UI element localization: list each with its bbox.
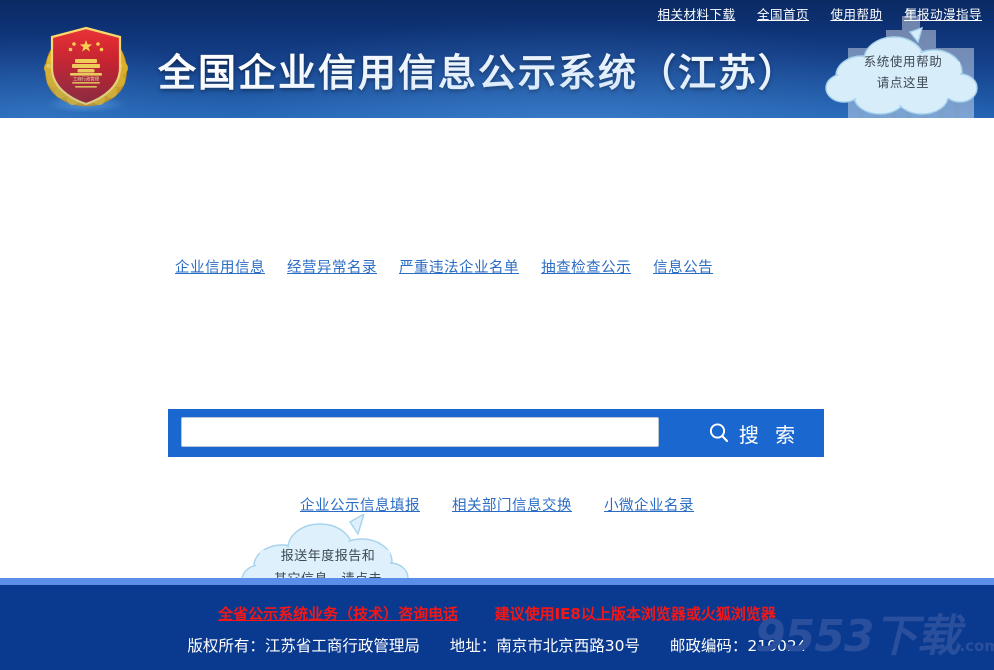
search-button[interactable]: 搜 索	[683, 409, 824, 457]
search-icon	[709, 423, 728, 443]
page-title: 全国企业信用信息公示系统（江苏）	[158, 51, 799, 95]
link-department-info-exchange[interactable]: 相关部门信息交换	[452, 498, 572, 514]
search-button-label: 搜 索	[738, 422, 801, 447]
footer-notice-row: 全省公示系统业务（技术）咨询电话 建议使用IE8以上版本浏览器或火狐浏览器	[0, 603, 994, 624]
site-header: 相关材料下载 全国首页 使用帮助 年报动漫指导 工商行政管理 全国企业信用信息公…	[0, 0, 994, 118]
footer-info-row: 版权所有：江苏省工商行政管理局 地址：南京市北京西路30号 邮政编码：21002…	[0, 634, 994, 656]
main-content: 企业信用信息 经营异常名录 严重违法企业名单 抽查检查公示 信息公告 搜 索 企…	[0, 118, 994, 608]
tab-enterprise-credit-info[interactable]: 企业信用信息	[175, 260, 265, 276]
tab-abnormal-operation-list[interactable]: 经营异常名录	[287, 260, 377, 276]
footer-hotline-link[interactable]: 全省公示系统业务（技术）咨询电话	[218, 605, 458, 623]
help-cloud-callout[interactable]: 系统使用帮助 请点这里	[818, 26, 988, 118]
site-footer: 全省公示系统业务（技术）咨询电话 建议使用IE8以上版本浏览器或火狐浏览器 版权…	[0, 578, 994, 670]
national-emblem-icon: 工商行政管理	[44, 26, 128, 112]
report-cloud-line1: 报送年度报告和	[280, 548, 376, 563]
help-cloud-text: 系统使用帮助 请点这里	[818, 52, 988, 94]
header-top-nav: 相关材料下载 全国首页 使用帮助 年报动漫指导	[657, 8, 982, 22]
tab-serious-violation-list[interactable]: 严重违法企业名单	[399, 260, 519, 276]
footer-browser-notice: 建议使用IE8以上版本浏览器或火狐浏览器	[494, 605, 776, 623]
help-cloud-line2: 请点这里	[876, 76, 930, 90]
footer-top-divider	[0, 578, 994, 585]
footer-copyright: 版权所有：江苏省工商行政管理局	[187, 637, 420, 655]
link-enterprise-info-filing[interactable]: 企业公示信息填报	[300, 498, 420, 514]
topnav-link-help[interactable]: 使用帮助	[830, 8, 882, 22]
secondary-links: 企业公示信息填报 相关部门信息交换 小微企业名录	[300, 494, 694, 515]
search-input[interactable]	[181, 417, 659, 447]
search-bar: 搜 索	[168, 409, 824, 457]
topnav-link-downloads[interactable]: 相关材料下载	[657, 8, 735, 22]
link-small-micro-enterprise-directory[interactable]: 小微企业名录	[604, 498, 694, 514]
footer-postcode: 邮政编码：210024	[669, 637, 807, 655]
service-tabs: 企业信用信息 经营异常名录 严重违法企业名单 抽查检查公示 信息公告	[175, 256, 713, 277]
tab-information-announcement[interactable]: 信息公告	[653, 260, 713, 276]
svg-text:工商行政管理: 工商行政管理	[73, 76, 100, 83]
tab-spot-check-publicity[interactable]: 抽查检查公示	[541, 260, 631, 276]
help-cloud-line1: 系统使用帮助	[863, 55, 943, 69]
topnav-link-annual-report-guide[interactable]: 年报动漫指导	[904, 8, 982, 22]
topnav-link-national-home[interactable]: 全国首页	[757, 8, 809, 22]
footer-address: 地址：南京市北京西路30号	[449, 637, 641, 655]
